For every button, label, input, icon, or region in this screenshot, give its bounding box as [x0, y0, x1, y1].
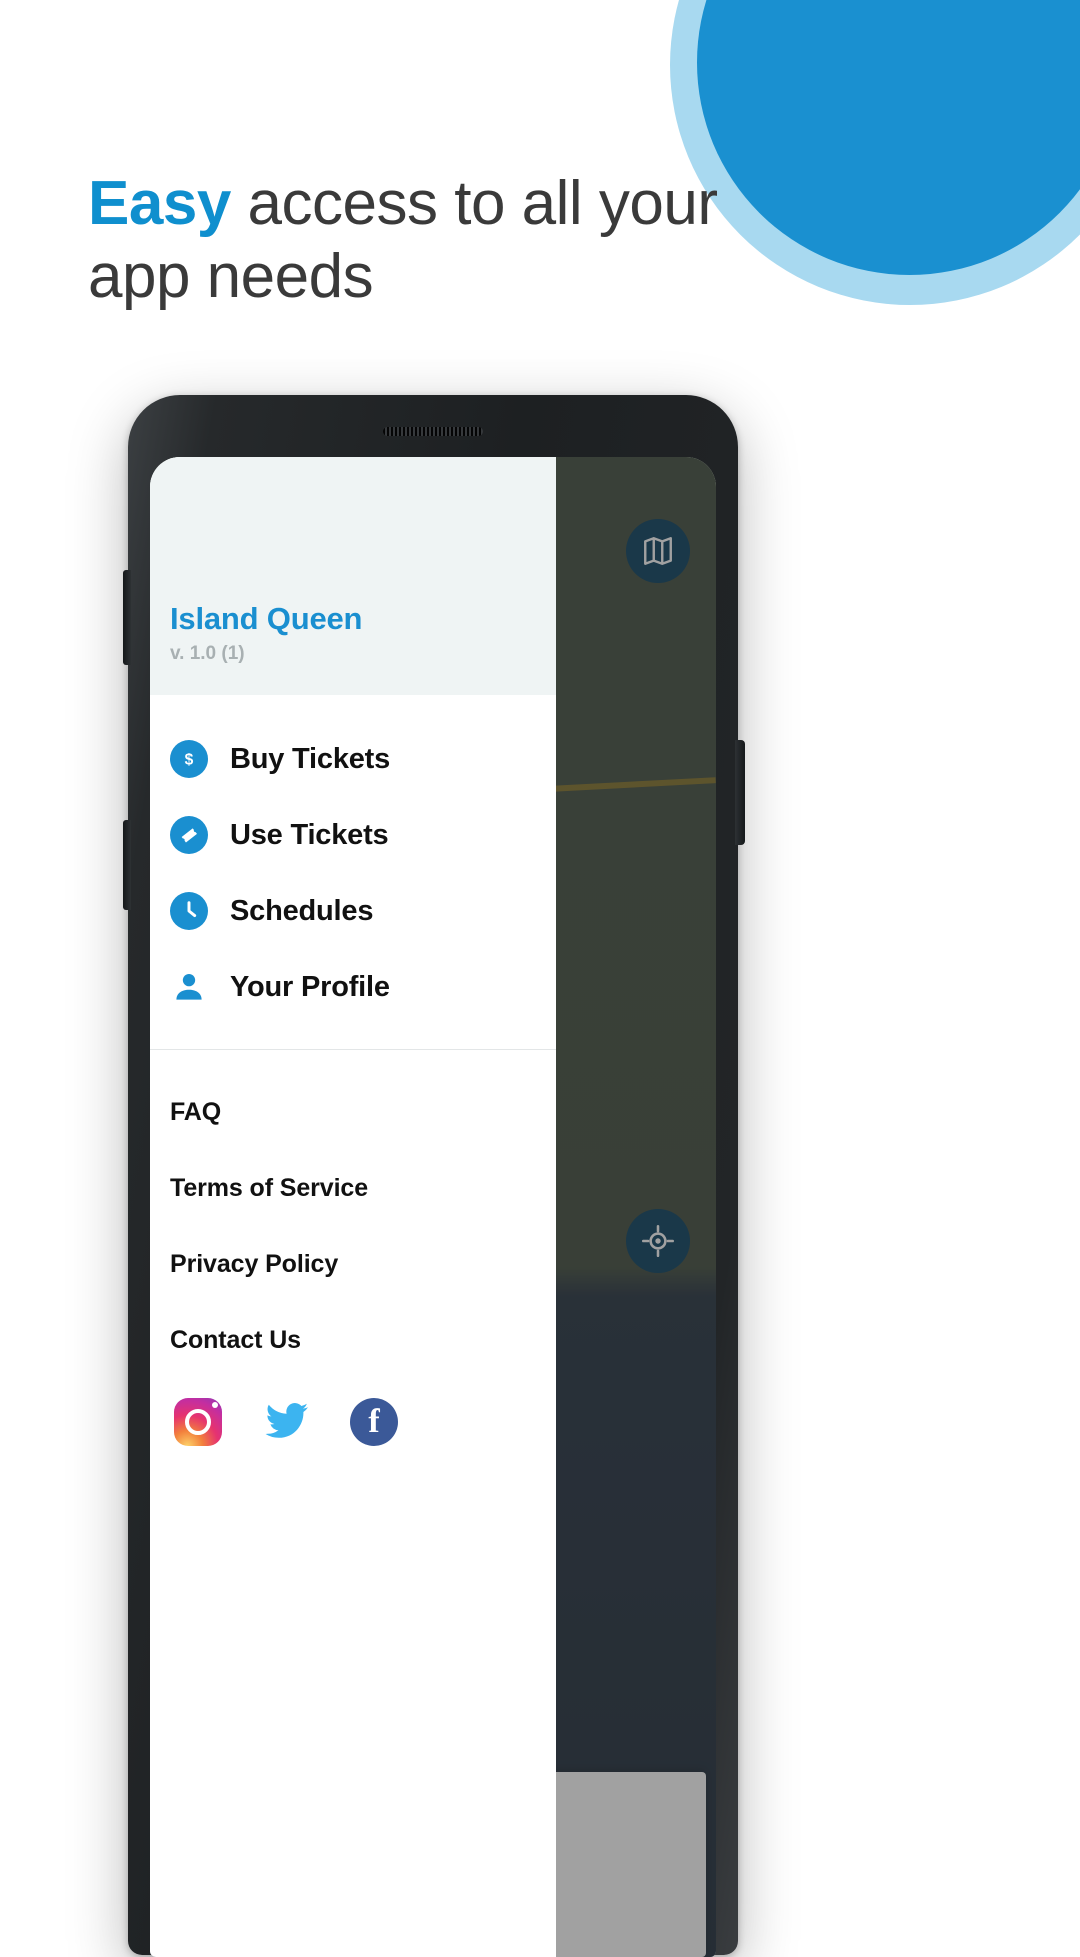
sidebar-item-your-profile[interactable]: Your Profile: [150, 949, 556, 1025]
sidebar-item-schedules[interactable]: Schedules: [150, 873, 556, 949]
app-version: v. 1.0 (1): [170, 643, 245, 664]
drawer-scrim[interactable]: [556, 457, 716, 1957]
person-icon: [170, 968, 208, 1006]
page-headline: Easy access to all your app needs: [88, 168, 728, 313]
phone-power-button[interactable]: [735, 740, 745, 845]
phone-volume-down-button[interactable]: [123, 820, 131, 910]
sidebar-item-faq[interactable]: FAQ: [150, 1074, 556, 1150]
svg-text:$: $: [185, 752, 194, 769]
phone-screen: EAST FALMOUTH hedules: [150, 457, 716, 1957]
sidebar-item-contact-us[interactable]: Contact Us: [150, 1302, 556, 1378]
sidebar-item-terms-of-service[interactable]: Terms of Service: [150, 1150, 556, 1226]
clock-circle-icon: [170, 892, 208, 930]
phone-mockup: EAST FALMOUTH hedules: [123, 395, 745, 1957]
headline-accent-word: Easy: [88, 169, 231, 238]
facebook-icon[interactable]: f: [350, 1398, 398, 1446]
instagram-icon[interactable]: [174, 1398, 222, 1446]
sidebar-item-label: Use Tickets: [230, 818, 389, 851]
twitter-icon[interactable]: [262, 1398, 310, 1446]
dollar-circle-icon: $: [170, 740, 208, 778]
sidebar-item-privacy-policy[interactable]: Privacy Policy: [150, 1226, 556, 1302]
sidebar-item-label: Schedules: [230, 894, 374, 927]
drawer-header: Island Queen v. 1.0 (1): [150, 457, 556, 695]
phone-earpiece-speaker: [383, 427, 483, 436]
ticket-circle-icon: [170, 816, 208, 854]
drawer-primary-nav: $ Buy Tickets Use Tickets Schedules Your…: [150, 695, 556, 1039]
sidebar-item-label: Buy Tickets: [230, 742, 391, 775]
sidebar-item-buy-tickets[interactable]: $ Buy Tickets: [150, 721, 556, 797]
phone-volume-up-button[interactable]: [123, 570, 131, 665]
social-links-row: f: [150, 1378, 556, 1446]
sidebar-item-use-tickets[interactable]: Use Tickets: [150, 797, 556, 873]
drawer-secondary-nav: FAQ Terms of Service Privacy Policy Cont…: [150, 1050, 556, 1378]
sidebar-item-label: Your Profile: [230, 970, 390, 1003]
app-name: Island Queen: [170, 601, 363, 636]
navigation-drawer: Island Queen v. 1.0 (1) $ Buy Tickets Us…: [150, 457, 556, 1957]
